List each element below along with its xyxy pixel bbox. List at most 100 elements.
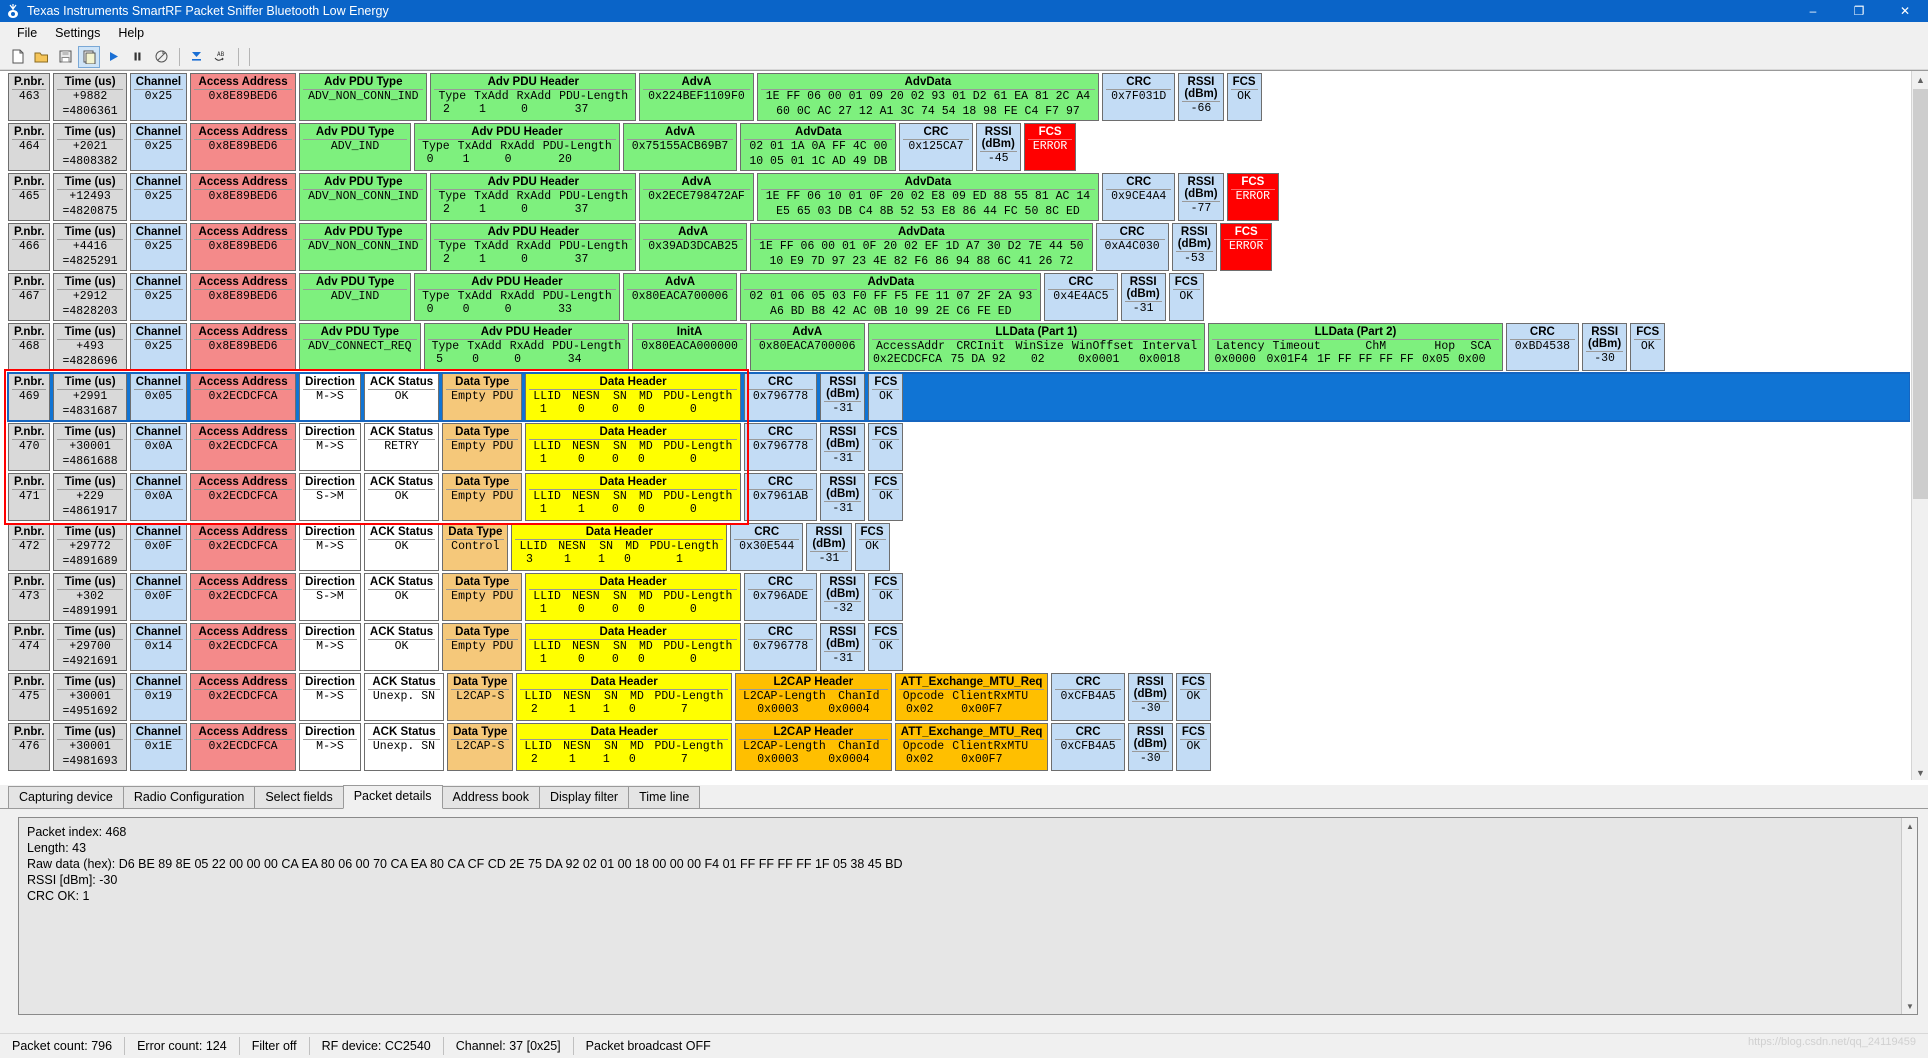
find-icon[interactable]: AB <box>209 46 231 68</box>
data-type-header: Data Type <box>453 726 508 738</box>
save-icon[interactable] <box>54 46 76 68</box>
start-capture-icon[interactable] <box>102 46 124 68</box>
lldata-part1-subheader: WinSize <box>1015 340 1064 353</box>
packet-row[interactable]: P.nbr. 472 Time (us) +29772 =4891689 Channel 0… <box>8 523 1910 571</box>
details-scroll-down-arrow[interactable]: ▼ <box>1902 998 1917 1014</box>
packet-channel-value: 0x0F <box>133 589 184 605</box>
att-exchange-mtu-req-header: ATT_Exchange_MTU_Req <box>900 676 1043 688</box>
packet-details-scrollbar[interactable]: ▲ ▼ <box>1901 818 1917 1014</box>
packet-channel-header: Channel <box>135 276 182 288</box>
status-filter: Filter off <box>240 1037 310 1055</box>
adv-pdu-type-header: Adv PDU Type <box>324 226 403 238</box>
packet-details-box[interactable]: Packet index: 468 Length: 43 Raw data (h… <box>18 817 1918 1015</box>
tab-select-fields[interactable]: Select fields <box>254 786 344 808</box>
rssi-header: RSSI (dBm) <box>1184 76 1218 100</box>
data-header-value: 1 <box>602 703 610 716</box>
packet-direction: Direction M->S <box>299 423 361 471</box>
packet-row[interactable]: P.nbr. 476 Time (us) +30001 =4981693 Channel 0… <box>8 723 1910 771</box>
app-icon <box>5 3 21 19</box>
adv-pdu-header-subheader: TxAdd <box>457 140 493 153</box>
tab-display-filter[interactable]: Display filter <box>538 786 630 808</box>
packet-row[interactable]: P.nbr. 467 Time (us) +2912 =4828203 Channel 0x… <box>8 273 1910 321</box>
packet-time: Time (us) +2991 =4831687 <box>53 373 127 421</box>
lldata-part2-value: 1F FF FF FF FF <box>1317 353 1414 366</box>
clear-icon[interactable] <box>150 46 172 68</box>
data-header-subheader: MD <box>639 640 653 653</box>
packet-row[interactable]: P.nbr. 468 Time (us) +493 =4828696 Channel 0x2… <box>8 323 1910 371</box>
new-icon[interactable] <box>6 46 28 68</box>
data-header-value: 2 <box>530 703 538 716</box>
menu-item-file[interactable]: File <box>8 24 46 42</box>
tab-capturing-device[interactable]: Capturing device <box>8 786 124 808</box>
tab-time-line[interactable]: Time line <box>628 786 701 808</box>
minimize-button[interactable]: – <box>1790 0 1836 22</box>
packet-direction-header: Direction <box>305 676 355 688</box>
menu-item-settings[interactable]: Settings <box>46 24 109 42</box>
data-header-value: 0 <box>577 403 585 416</box>
scroll-up-arrow[interactable]: ▲ <box>1912 71 1928 88</box>
packet-time-value-1: +12493 <box>57 189 123 205</box>
packet-time-header: Time (us) <box>64 526 116 538</box>
status-packet-count: Packet count: 796 <box>0 1037 126 1055</box>
packet-access-address-header: Access Address <box>198 226 288 238</box>
packet-row[interactable]: P.nbr. 470 Time (us) +30001 =4861688 Channel 0… <box>8 423 1910 471</box>
packet-channel-value: 0x25 <box>133 89 184 105</box>
packet-row[interactable]: P.nbr. 474 Time (us) +29700 =4921691 Channel 0… <box>8 623 1910 671</box>
bottom-panel: Capturing device Radio Configuration Selec… <box>0 785 1928 1033</box>
packet-row[interactable]: P.nbr. 466 Time (us) +4416 =4825291 Channel 0x… <box>8 223 1910 271</box>
rssi-field: RSSI (dBm) -45 <box>975 123 1021 171</box>
packet-row[interactable]: P.nbr. 471 Time (us) +229 =4861917 Channel 0x0… <box>8 473 1910 521</box>
tab-address-book[interactable]: Address book <box>441 786 540 808</box>
crc-field-header: CRC <box>754 526 780 538</box>
data-header-header: Data Header <box>590 676 658 688</box>
data-header-value: 0 <box>577 453 585 466</box>
scroll-down-arrow[interactable]: ▼ <box>1912 764 1928 780</box>
packet-details-text: Packet index: 468 Length: 43 Raw data (h… <box>27 825 903 903</box>
lldata-part1: LLData (Part 1) AccessAddr CRCInit WinSize W… <box>867 323 1206 371</box>
data-header-subheader: NESN <box>558 540 586 553</box>
details-scroll-up-arrow[interactable]: ▲ <box>1902 818 1917 834</box>
ack-status: ACK Status Unexp. SN <box>363 723 445 771</box>
crc-field-header: CRC <box>768 376 793 388</box>
crc-field-value: 0x796ADE <box>747 589 814 605</box>
close-button[interactable]: ✕ <box>1882 0 1928 22</box>
packet-row[interactable]: P.nbr. 473 Time (us) +302 =4891991 Channel 0x0… <box>8 573 1910 621</box>
packet-row[interactable]: P.nbr. 469 Time (us) +2991 =4831687 Channel 0x… <box>7 372 1910 422</box>
packet-row[interactable]: P.nbr. 465 Time (us) +12493 =4820875 Channel 0… <box>8 173 1910 221</box>
data-header-subheader: LLID <box>533 440 561 453</box>
toolbar-separator-2 <box>238 47 239 66</box>
packet-direction-header: Direction <box>305 376 355 388</box>
scrollbar-thumb[interactable] <box>1913 89 1928 499</box>
tab-packet-details[interactable]: Packet details <box>342 785 443 809</box>
menu-item-help[interactable]: Help <box>109 24 153 42</box>
packet-row[interactable]: P.nbr. 464 Time (us) +2021 =4808382 Channel 0x… <box>8 123 1910 171</box>
packet-access-address: Access Address 0x2ECDCFCA <box>190 673 297 721</box>
save-as-icon[interactable] <box>78 45 100 68</box>
data-header-value: 0 <box>628 703 636 716</box>
packet-list-viewport[interactable]: P.nbr. 463 Time (us) +9882 =4806361 Channel 0x… <box>0 71 1910 780</box>
fcs-field: FCS OK <box>1168 273 1204 321</box>
open-icon[interactable] <box>30 46 52 68</box>
packet-number-header: P.nbr. <box>14 376 45 388</box>
tab-radio-configuration[interactable]: Radio Configuration <box>122 786 256 808</box>
pause-capture-icon[interactable] <box>126 46 148 68</box>
data-header-subheader: LLID <box>524 740 552 753</box>
packet-list-scrollbar[interactable]: ▲ ▼ <box>1911 71 1928 780</box>
packet-channel-value: 0x25 <box>133 289 184 305</box>
packet-channel-value: 0x25 <box>133 339 184 355</box>
packet-channel: Channel 0x14 <box>129 623 188 671</box>
data-header-header: Data Header <box>599 476 667 488</box>
packet-list[interactable]: P.nbr. 463 Time (us) +9882 =4806361 Channel 0x… <box>0 70 1928 780</box>
lldata-part2-value: 0x01F4 <box>1266 353 1308 366</box>
data-header-subheader: SN <box>613 640 627 653</box>
fcs-field-value: OK <box>872 489 900 505</box>
maximize-button[interactable]: ❐ <box>1836 0 1882 22</box>
adv-pdu-header-value: 2 <box>443 203 450 216</box>
scroll-to-end-icon[interactable] <box>185 46 207 68</box>
adv-data-value-1: 02 01 1A 0A FF 4C 00 <box>744 139 893 155</box>
crc-field-header: CRC <box>768 626 793 638</box>
adv-pdu-type-header: Adv PDU Type <box>315 276 395 288</box>
data-header-header: Data Header <box>599 626 667 638</box>
packet-row[interactable]: P.nbr. 475 Time (us) +30001 =4951692 Channel 0… <box>8 673 1910 721</box>
packet-row[interactable]: P.nbr. 463 Time (us) +9882 =4806361 Channel 0x… <box>8 73 1910 121</box>
